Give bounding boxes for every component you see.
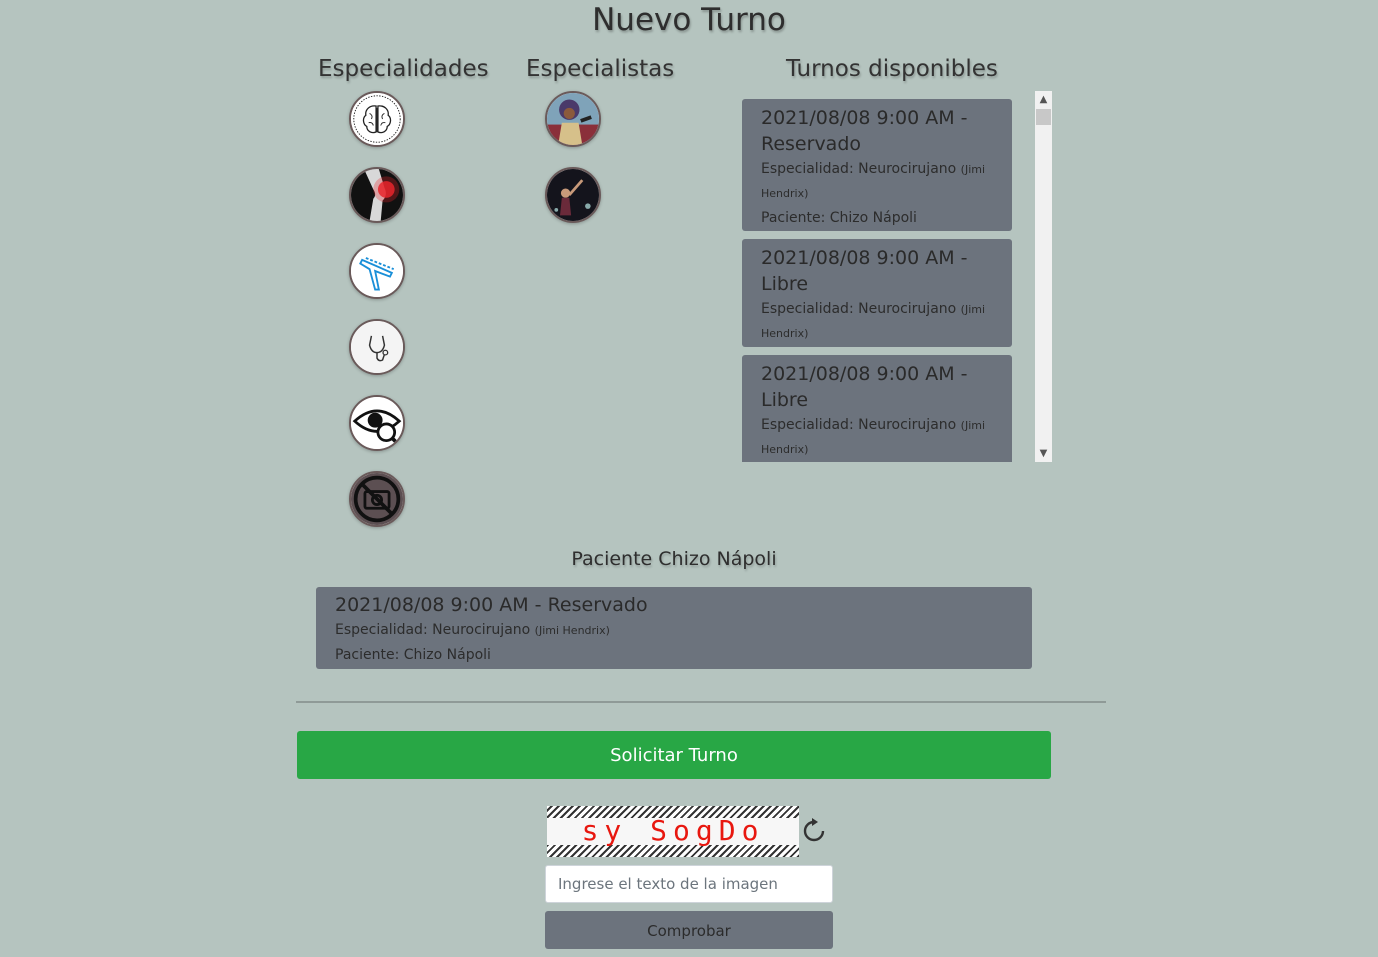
turno-especialidad: Especialidad: Neurocirujano (Jimi: [761, 297, 993, 322]
divider: [296, 701, 1106, 703]
doctor-name-part1: (Jimi: [960, 419, 986, 432]
especialista-2-button[interactable]: [545, 167, 601, 223]
turnos-heading: Turnos disponibles: [786, 56, 998, 82]
doctor-name-part2: Hendrix): [761, 443, 809, 456]
turno-status: Libre: [761, 389, 809, 411]
paciente-label: Paciente:: [761, 210, 826, 226]
especialidad-odontologia-button[interactable]: [349, 243, 405, 299]
specialist-photo-2: [547, 169, 599, 221]
comprobar-button[interactable]: Comprobar: [545, 911, 833, 949]
turno-card[interactable]: 2021/08/08 9:00 AM - Libre Especialidad:…: [742, 355, 1012, 462]
eye-magnifier-icon: [351, 397, 403, 449]
solicitar-turno-button[interactable]: Solicitar Turno: [297, 731, 1051, 779]
turno-especialidad: Especialidad: Neurocirujano (Jimi: [761, 157, 993, 182]
turno-especialidad: Especialidad: Neurocirujano (Jimi: [761, 413, 993, 438]
especialidad-traumatologia-button[interactable]: [349, 167, 405, 223]
reserva-date: 2021/08/08 9:00 AM - Reservado: [335, 594, 648, 616]
scroll-thumb[interactable]: [1036, 109, 1051, 125]
turno-status: Reservado: [761, 133, 862, 155]
captcha-image: sy SogDo: [547, 806, 799, 857]
turno-card[interactable]: 2021/08/08 9:00 AM - Libre Especialidad:…: [742, 239, 1012, 347]
especialidad-value: Neurocirujano: [858, 301, 957, 317]
paciente-title: Paciente Chizo Nápoli: [571, 548, 777, 570]
paciente-value: Chizo Nápoli: [403, 647, 491, 663]
knee-xray-icon: [351, 169, 403, 221]
doctor-name-part1: (Jimi: [960, 163, 986, 176]
captcha-text: sy SogDo: [581, 814, 765, 847]
especialidad-label: Especialidad:: [761, 161, 854, 177]
scroll-up-icon[interactable]: ▲: [1035, 91, 1052, 108]
specialist-photo-1: [547, 93, 599, 145]
turno-status: Libre: [761, 273, 809, 295]
turno-date: 2021/08/08 9:00 AM -: [761, 363, 968, 385]
refresh-icon[interactable]: [799, 816, 829, 846]
especialidad-value: Neurocirujano: [858, 161, 957, 177]
captcha-input[interactable]: [545, 865, 833, 903]
paciente-label: Paciente:: [335, 647, 400, 663]
stethoscope-icon: [351, 321, 403, 373]
reserva-card[interactable]: 2021/08/08 9:00 AM - Reservado Especiali…: [316, 587, 1032, 669]
especialidad-oftalmologia-button[interactable]: [349, 395, 405, 451]
especialidad-value: Neurocirujano: [432, 622, 531, 638]
turnos-list[interactable]: 2021/08/08 9:00 AM - Reservado Especiali…: [740, 91, 1052, 462]
especialidad-clinica-button[interactable]: [349, 319, 405, 375]
especialidad-label: Especialidad:: [335, 622, 428, 638]
dental-tool-icon: [351, 245, 403, 297]
especialidad-sin-foto-button[interactable]: [349, 471, 405, 527]
especialista-1-button[interactable]: [545, 91, 601, 147]
page-title: Nuevo Turno: [592, 2, 786, 38]
especialidad-neurologia-button[interactable]: [349, 91, 405, 147]
scroll-down-icon[interactable]: ▼: [1035, 445, 1052, 462]
doctor-name: (Jimi Hendrix): [534, 624, 610, 637]
doctor-name-part2: Hendrix): [761, 327, 809, 340]
turno-date: 2021/08/08 9:00 AM -: [761, 247, 968, 269]
no-photo-icon: [351, 473, 403, 525]
reserva-especialidad: Especialidad: Neurocirujano (Jimi Hendri…: [335, 618, 1013, 643]
especialidad-label: Especialidad:: [761, 301, 854, 317]
paciente-value: Chizo Nápoli: [829, 210, 917, 226]
especialidades-heading: Especialidades: [318, 56, 489, 82]
especialistas-heading: Especialistas: [526, 56, 675, 82]
doctor-name-part2: Hendrix): [761, 187, 809, 200]
turnos-scrollbar[interactable]: ▲ ▼: [1035, 91, 1052, 462]
especialidad-label: Especialidad:: [761, 417, 854, 433]
reserva-paciente: Paciente: Chizo Nápoli: [335, 643, 1013, 667]
brain-icon: [351, 93, 403, 145]
especialidad-value: Neurocirujano: [858, 417, 957, 433]
turno-paciente: Paciente: Chizo Nápoli: [761, 206, 993, 230]
doctor-name-part1: (Jimi: [960, 303, 986, 316]
turno-card[interactable]: 2021/08/08 9:00 AM - Reservado Especiali…: [742, 99, 1012, 231]
turno-date: 2021/08/08 9:00 AM -: [761, 107, 968, 129]
